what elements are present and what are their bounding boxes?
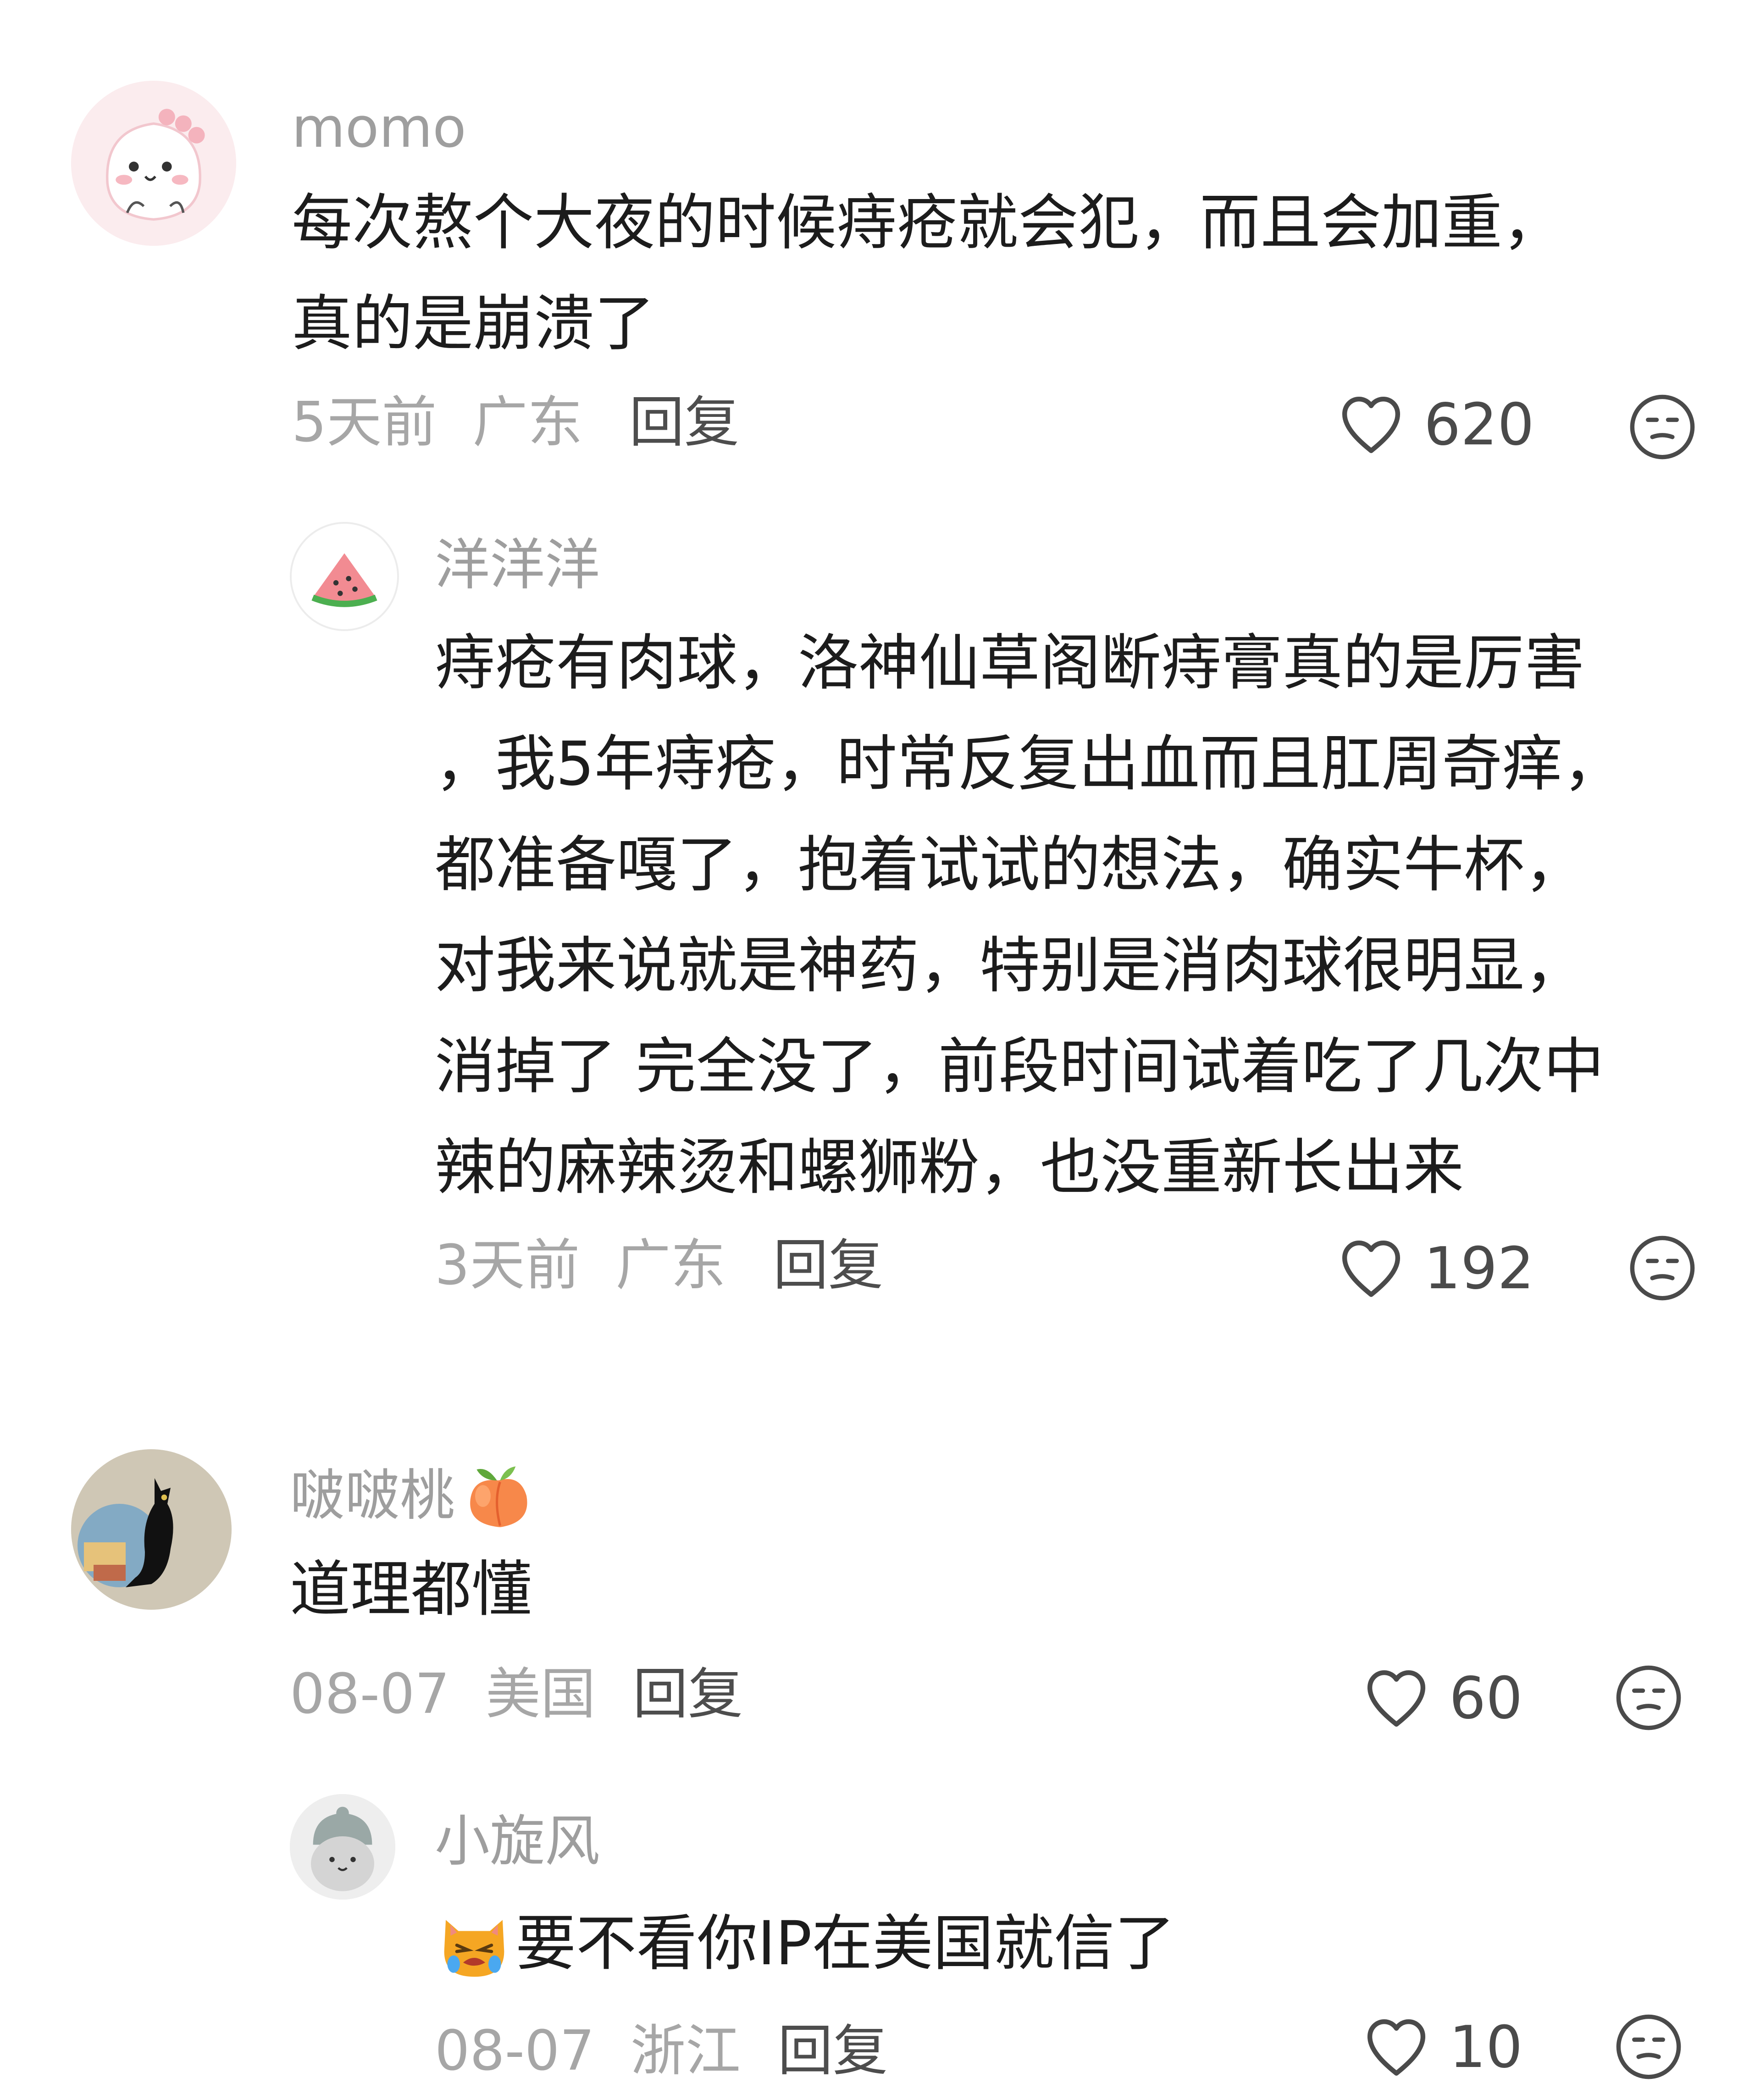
comment-text-line: ，我5年痔疮，时常反复出血而且肛周奇痒， — [435, 729, 1623, 799]
like-button[interactable]: 192 — [1337, 1234, 1534, 1302]
comment-text-line: 要不看你IP在美国就信了 — [515, 1908, 1175, 1979]
like-button[interactable]: 10 — [1362, 2012, 1522, 2081]
heart-outline-icon — [1342, 397, 1401, 454]
watermelon-avatar-icon — [292, 524, 397, 629]
comment-username[interactable]: 洋洋洋 — [435, 531, 600, 600]
like-button[interactable]: 60 — [1362, 1663, 1522, 1732]
heart-outline-icon — [1367, 1670, 1426, 1727]
reply-button[interactable]: 回复 — [633, 1660, 743, 1729]
reply-button[interactable]: 回复 — [778, 2017, 888, 2086]
neutral-face-icon — [1630, 394, 1695, 460]
comment-text-line: 每次熬个大夜的时候痔疮就会犯，而且会加重， — [292, 188, 1563, 258]
comment-time: 08-07 — [290, 1662, 450, 1726]
comment-location: 广东 — [615, 1234, 726, 1297]
like-count: 192 — [1424, 1234, 1534, 1302]
like-count: 620 — [1424, 390, 1534, 458]
reaction-button[interactable] — [1614, 1663, 1683, 1732]
comment-time: 3天前 — [435, 1234, 580, 1297]
comment-location: 浙江 — [630, 2019, 741, 2083]
avatar[interactable] — [71, 81, 236, 246]
comment-text-line: 都准备嘎了，抱着试试的想法，确实牛杯， — [435, 830, 1585, 900]
peach-emoji — [470, 1466, 527, 1527]
comment-location: 美国 — [485, 1662, 596, 1726]
like-button[interactable]: 620 — [1337, 390, 1534, 459]
avatar[interactable] — [290, 1794, 395, 1900]
comment-text-line: 道理都懂 — [290, 1554, 532, 1625]
neutral-face-icon — [1630, 1236, 1695, 1301]
comment-meta: 3天前 广东 — [435, 1231, 726, 1300]
heart-outline-icon — [1367, 2019, 1426, 2076]
like-count: 60 — [1449, 1664, 1523, 1732]
comment-meta: 08-07 浙江 — [435, 2017, 741, 2086]
pink-monster-avatar-icon — [71, 81, 236, 246]
like-count: 10 — [1449, 2013, 1523, 2081]
comment-username[interactable]: 啵啵桃 — [290, 1457, 537, 1535]
username-text: 啵啵桃 — [290, 1464, 455, 1528]
neutral-face-icon — [1616, 2014, 1681, 2079]
comment-time: 08-07 — [435, 2019, 595, 2083]
avatar[interactable] — [290, 522, 399, 631]
comment-text-line: 真的是崩溃了 — [292, 288, 655, 359]
comment-meta: 08-07 美国 — [290, 1660, 596, 1729]
comment-text-line: 痔疮有肉球，洛神仙草阁断痔膏真的是厉害 — [435, 628, 1585, 698]
reply-button[interactable]: 回复 — [629, 388, 739, 457]
gray-bear-avatar-icon — [290, 1794, 395, 1900]
comment-text-line: 对我来说就是神药，特别是消肉球很明显， — [435, 931, 1585, 1001]
crying-cat-emoji — [444, 1920, 504, 1977]
comment-time: 5天前 — [292, 391, 437, 454]
comment-location: 广东 — [472, 391, 583, 454]
comment-text-line: 消掉了 完全没了，前段时间试着吃了几次中 — [435, 1031, 1604, 1102]
comment-username[interactable]: momo — [292, 94, 466, 163]
black-cat-avatar-icon — [71, 1449, 232, 1610]
heart-outline-icon — [1342, 1241, 1401, 1297]
avatar[interactable] — [71, 1449, 232, 1610]
comment-content: 要不看你IP在美国就信了 — [435, 1893, 1175, 1994]
comment-username[interactable]: 小旋风 — [435, 1807, 600, 1876]
reaction-button[interactable] — [1628, 393, 1697, 461]
comment-text-line: 辣的麻辣烫和螺狮粉，也没重新长出来 — [435, 1132, 1464, 1203]
reaction-button[interactable] — [1628, 1234, 1697, 1302]
reaction-button[interactable] — [1614, 2012, 1683, 2081]
comment-meta: 5天前 广东 — [292, 388, 583, 457]
reply-button[interactable]: 回复 — [773, 1231, 883, 1300]
neutral-face-icon — [1616, 1665, 1681, 1730]
